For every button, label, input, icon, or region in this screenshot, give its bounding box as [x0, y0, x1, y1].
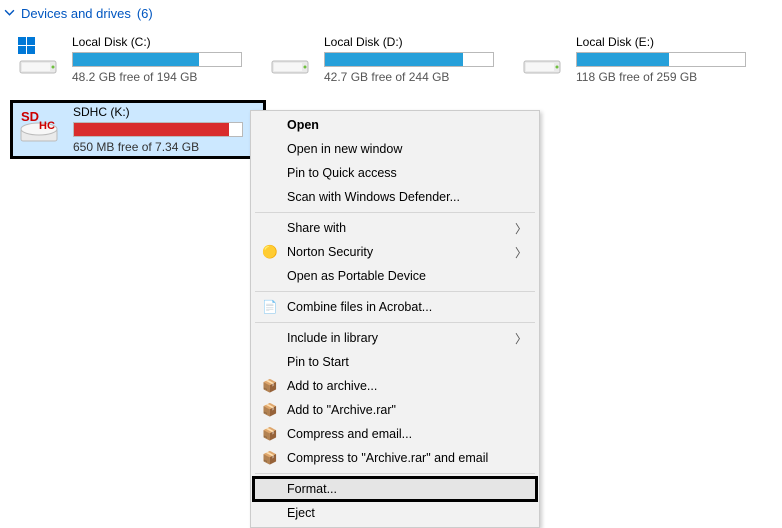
drive-icon [268, 35, 312, 79]
drive-free-text: 650 MB free of 7.34 GB [73, 140, 259, 154]
rar-icon: 📦 [261, 403, 279, 418]
menu-scan-defender[interactable]: Scan with Windows Defender... [253, 185, 537, 209]
menu-open-portable-device[interactable]: Open as Portable Device [253, 264, 537, 288]
menu-pin-to-start[interactable]: Pin to Start [253, 350, 537, 374]
rar-icon: 📦 [261, 379, 279, 394]
drive-item[interactable]: SDHC SDHC (K:) 650 MB free of 7.34 GB [10, 100, 266, 159]
section-count: (6) [137, 6, 153, 21]
menu-share-with[interactable]: Share with〉 [253, 216, 537, 240]
drive-name: SDHC (K:) [73, 105, 259, 119]
drive-free-text: 118 GB free of 259 GB [576, 70, 758, 84]
section-header[interactable]: Devices and drives (6) [0, 0, 782, 31]
menu-norton-security[interactable]: 🟡Norton Security〉 [253, 240, 537, 264]
menu-separator [255, 291, 535, 292]
menu-compress-rar-email[interactable]: 📦Compress to "Archive.rar" and email [253, 446, 537, 470]
menu-pin-quick-access[interactable]: Pin to Quick access [253, 161, 537, 185]
capacity-bar [576, 52, 746, 67]
menu-separator [255, 473, 535, 474]
chevron-right-icon: 〉 [515, 330, 527, 347]
drive-name: Local Disk (C:) [72, 35, 254, 49]
menu-eject[interactable]: Eject [253, 501, 537, 525]
rar-icon: 📦 [261, 427, 279, 442]
menu-separator [255, 322, 535, 323]
rar-icon: 📦 [261, 451, 279, 466]
svg-text:HC: HC [39, 120, 55, 132]
drive-name: Local Disk (D:) [324, 35, 506, 49]
section-title: Devices and drives [21, 6, 131, 21]
menu-compress-email[interactable]: 📦Compress and email... [253, 422, 537, 446]
menu-add-to-archive[interactable]: 📦Add to archive... [253, 374, 537, 398]
menu-include-in-library[interactable]: Include in library〉 [253, 326, 537, 350]
menu-add-to-archive-rar[interactable]: 📦Add to "Archive.rar" [253, 398, 537, 422]
capacity-bar [73, 122, 243, 137]
drive-name: Local Disk (E:) [576, 35, 758, 49]
drive-icon: SDHC [17, 105, 61, 149]
drive-item[interactable]: Local Disk (D:) 42.7 GB free of 244 GB [262, 31, 512, 88]
capacity-bar [324, 52, 494, 67]
chevron-down-icon [4, 6, 15, 21]
menu-open-new-window[interactable]: Open in new window [253, 137, 537, 161]
svg-text:SD: SD [21, 109, 39, 124]
menu-open[interactable]: Open [253, 113, 537, 137]
context-menu: Open Open in new window Pin to Quick acc… [250, 110, 540, 528]
norton-icon: 🟡 [261, 245, 279, 260]
acrobat-icon: 📄 [261, 300, 279, 315]
drive-free-text: 48.2 GB free of 194 GB [72, 70, 254, 84]
menu-format[interactable]: Format... [253, 477, 537, 501]
chevron-right-icon: 〉 [515, 244, 527, 261]
menu-combine-acrobat[interactable]: 📄Combine files in Acrobat... [253, 295, 537, 319]
drive-icon [16, 35, 60, 79]
chevron-right-icon: 〉 [515, 220, 527, 237]
capacity-bar [72, 52, 242, 67]
menu-separator [255, 212, 535, 213]
drive-item[interactable]: Local Disk (E:) 118 GB free of 259 GB [514, 31, 764, 88]
drive-icon [520, 35, 564, 79]
drive-free-text: 42.7 GB free of 244 GB [324, 70, 506, 84]
drive-item[interactable]: Local Disk (C:) 48.2 GB free of 194 GB [10, 31, 260, 88]
